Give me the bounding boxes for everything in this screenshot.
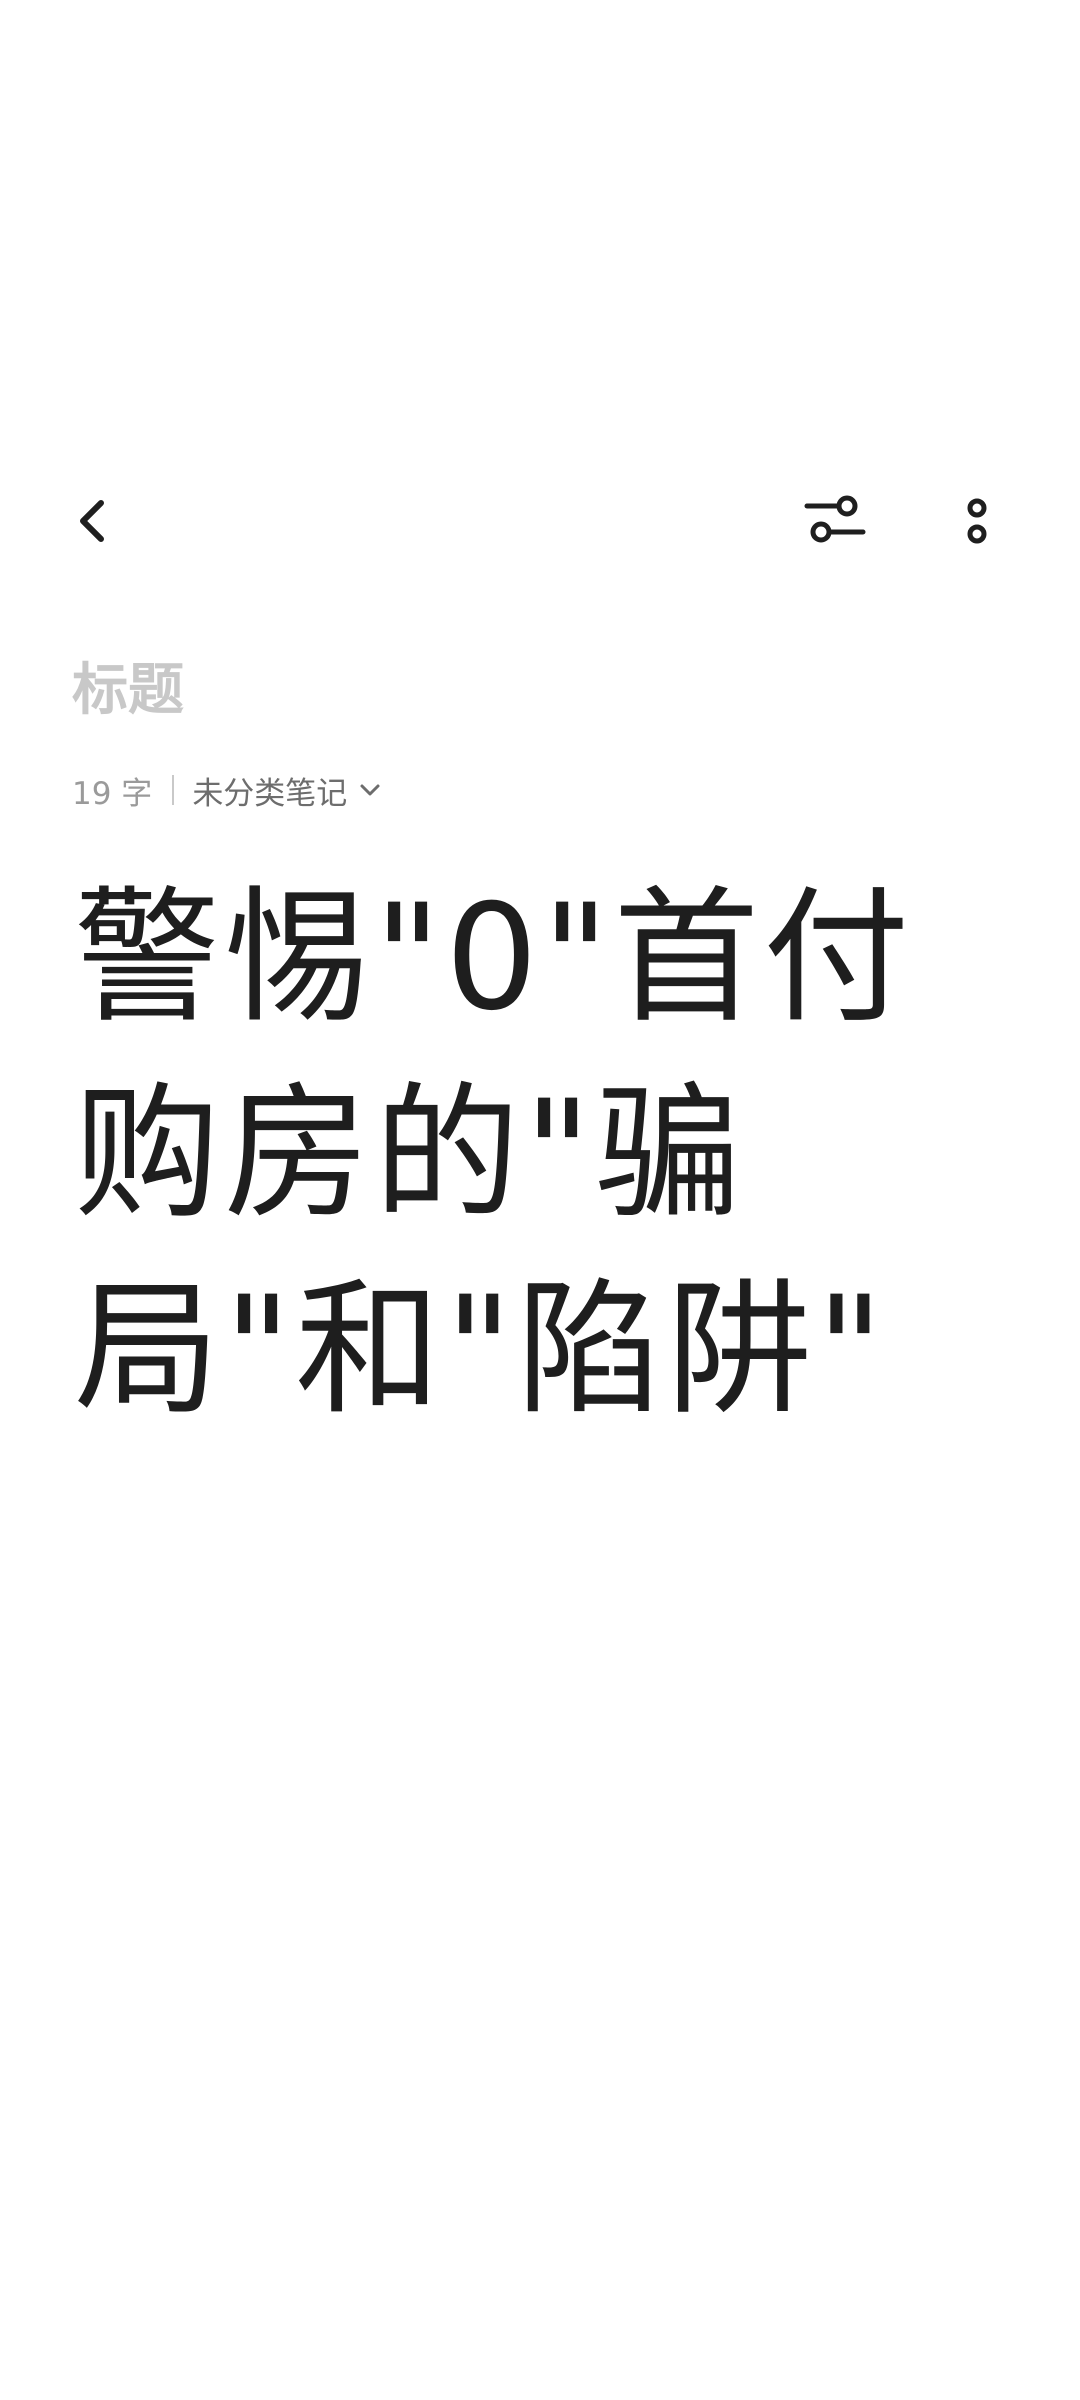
chevron-down-icon	[360, 784, 380, 796]
more-button[interactable]	[922, 466, 1032, 576]
back-button[interactable]	[38, 466, 148, 576]
meta-divider	[172, 775, 175, 805]
more-vertical-icon	[967, 498, 987, 544]
text-format-icon	[804, 495, 866, 543]
category-label: 未分类笔记	[192, 775, 348, 812]
title-input[interactable]	[72, 650, 972, 730]
word-count: 19 字	[72, 775, 153, 812]
category-selector[interactable]: 未分类笔记	[192, 768, 383, 813]
chevron-left-icon	[80, 500, 104, 542]
note-body[interactable]: 警惕"0"首付购房的"骗局"和"陷阱"	[74, 860, 974, 1448]
note-toolbar	[0, 460, 1080, 580]
note-meta: 19 字 未分类笔记	[72, 766, 383, 814]
format-button[interactable]	[780, 466, 890, 576]
